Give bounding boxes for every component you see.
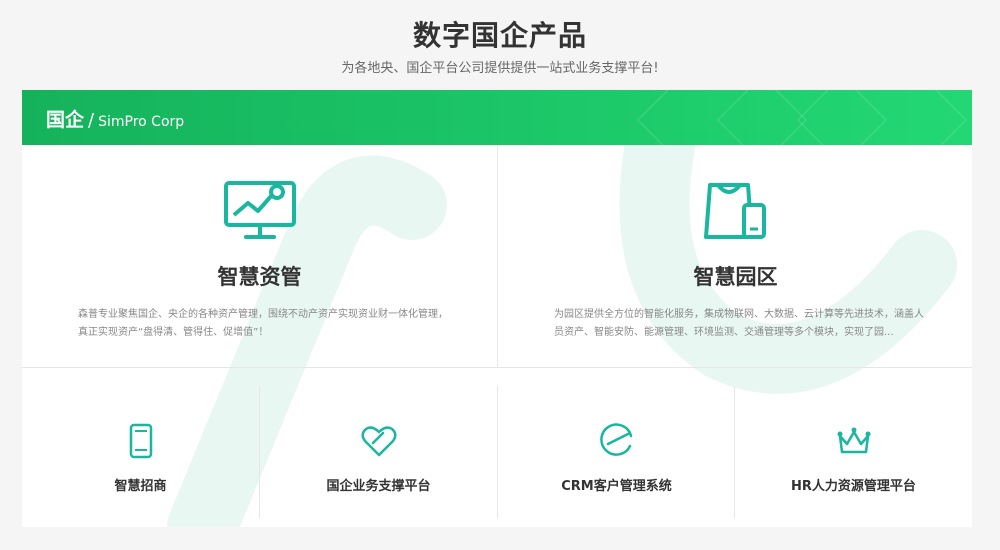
banner-sub-label: SimPro Corp bbox=[98, 114, 185, 130]
feature-description: 森普专业聚焦国企、央企的各种资产管理，围绕不动产资产实现资业财一体化管理，真正实… bbox=[78, 309, 448, 338]
product-name: 国企业务支撑平台 bbox=[326, 479, 431, 494]
feature-smart-park[interactable]: 智慧园区 为园区提供全方位的智能化服务，集成物联网、大数据、云计算等先进技术，涵… bbox=[497, 145, 972, 367]
tablet-icon bbox=[129, 423, 153, 459]
product-soe-platform[interactable]: 国企业务支撑平台 bbox=[259, 386, 496, 518]
section-subtitle: 为各地央、国企平台公司提供提供一站式业务支撑平台! bbox=[341, 61, 659, 76]
product-panel: 国企 / SimPro Corp 智慧资管 森普专业聚焦国企、央企的各种资产管理，围… bbox=[22, 90, 972, 527]
product-name: HR人力资源管理平台 bbox=[791, 479, 916, 494]
heart-icon bbox=[361, 426, 397, 457]
e-circle-icon bbox=[600, 423, 633, 456]
divider bbox=[22, 367, 972, 368]
product-hr[interactable]: HR人力资源管理平台 bbox=[734, 386, 971, 518]
banner-title: 国企 / SimPro Corp bbox=[46, 105, 184, 132]
feature-name: 智慧园区 bbox=[693, 265, 778, 289]
category-banner: 国企 / SimPro Corp bbox=[22, 90, 972, 145]
building-phone-icon bbox=[704, 183, 766, 239]
feature-smart-asset[interactable]: 智慧资管 森普专业聚焦国企、央企的各种资产管理，围绕不动产资产实现资业财一体化管… bbox=[22, 145, 497, 367]
product-name: 智慧招商 bbox=[114, 479, 167, 494]
banner-main-label: 国企 bbox=[46, 109, 85, 131]
product-name: CRM客户管理系统 bbox=[561, 479, 672, 494]
feature-description: 为园区提供全方位的智能化服务，集成物联网、大数据、云计算等先进技术，涵盖人员资产… bbox=[554, 309, 924, 338]
section-title: 数字国企产品 bbox=[412, 19, 587, 52]
banner-separator: / bbox=[88, 110, 95, 131]
product-list: 智慧招商 国企业务支撑平台 CRM客户管理系统 HR人力资源管理平台 bbox=[22, 386, 972, 518]
product-crm[interactable]: CRM客户管理系统 bbox=[497, 386, 734, 518]
featured-products: 智慧资管 森普专业聚焦国企、央企的各种资产管理，围绕不动产资产实现资业财一体化管… bbox=[22, 145, 972, 367]
crown-icon bbox=[837, 427, 871, 454]
product-smart-investment[interactable]: 智慧招商 bbox=[22, 386, 259, 518]
monitor-chart-icon bbox=[224, 181, 296, 239]
feature-name: 智慧资管 bbox=[217, 265, 302, 289]
